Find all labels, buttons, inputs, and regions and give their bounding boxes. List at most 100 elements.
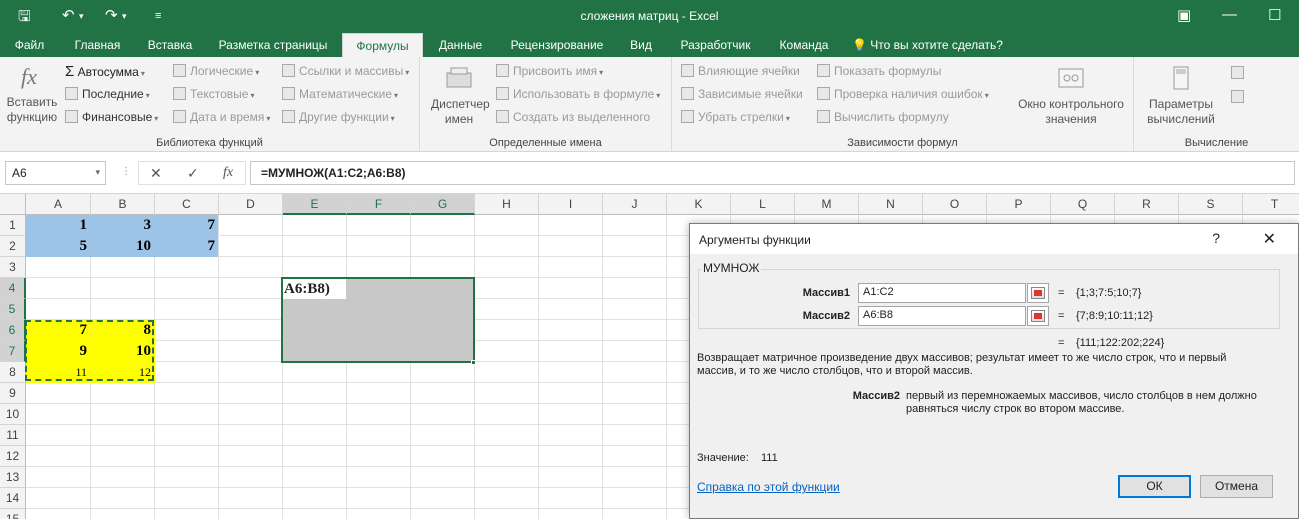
- column-header-m[interactable]: M: [795, 194, 859, 215]
- row-header-14[interactable]: 14: [0, 488, 26, 509]
- trace-precedents-button[interactable]: Влияющие ячейки: [681, 64, 800, 78]
- arg1-input[interactable]: A1:C2: [858, 283, 1026, 303]
- tab-page-layout[interactable]: Разметка страницы: [207, 33, 339, 57]
- recent-functions-button[interactable]: Последние ▾: [65, 87, 150, 101]
- calculate-sheet-button[interactable]: [1231, 90, 1248, 104]
- column-header-s[interactable]: S: [1179, 194, 1243, 215]
- column-header-p[interactable]: P: [987, 194, 1051, 215]
- help-icon[interactable]: ?: [1212, 230, 1220, 246]
- column-header-j[interactable]: J: [603, 194, 667, 215]
- create-from-selection-button[interactable]: Создать из выделенного: [496, 110, 650, 124]
- column-header-r[interactable]: R: [1115, 194, 1179, 215]
- ribbon: fx Вставить функцию Σ Автосумма ▾ Последн…: [0, 57, 1299, 152]
- column-header-g[interactable]: G: [411, 194, 475, 215]
- row-header-3[interactable]: 3: [0, 257, 26, 278]
- row-header-13[interactable]: 13: [0, 467, 26, 488]
- row-header-2[interactable]: 2: [0, 236, 26, 257]
- calculate-now-button[interactable]: [1231, 66, 1248, 80]
- tab-file[interactable]: Файл: [0, 33, 59, 57]
- row-header-1[interactable]: 1: [0, 215, 26, 236]
- cell-c1[interactable]: 7: [155, 215, 219, 235]
- row-header-5[interactable]: 5: [0, 299, 26, 320]
- show-formulas-button[interactable]: Показать формулы: [817, 64, 941, 78]
- selected-range-e4-g7[interactable]: [281, 277, 475, 363]
- arg2-collapse-button[interactable]: [1027, 306, 1049, 326]
- column-header-e[interactable]: E: [283, 194, 347, 215]
- copy-marquee-a6-b8: [25, 320, 154, 381]
- column-header-f[interactable]: F: [347, 194, 411, 215]
- remove-arrows-button[interactable]: Убрать стрелки ▾: [681, 110, 790, 124]
- arg1-collapse-button[interactable]: [1027, 283, 1049, 303]
- calculation-options-button[interactable]: Параметры вычислений: [1137, 65, 1225, 127]
- column-header-h[interactable]: H: [475, 194, 539, 215]
- row-header-12[interactable]: 12: [0, 446, 26, 467]
- row-header-6[interactable]: 6: [0, 320, 26, 341]
- cancel-button[interactable]: Отмена: [1200, 475, 1273, 498]
- column-header-q[interactable]: Q: [1051, 194, 1115, 215]
- select-all-corner[interactable]: [0, 194, 26, 215]
- cancel-icon[interactable]: ✕: [150, 165, 162, 182]
- row-header-7[interactable]: 7: [0, 341, 26, 362]
- insert-function-button[interactable]: fx Вставить функцию: [3, 63, 61, 125]
- insert-function-icon[interactable]: fx: [223, 165, 233, 181]
- trace-dependents-button[interactable]: Зависимые ячейки: [681, 87, 803, 101]
- tab-formulas[interactable]: Формулы: [342, 33, 423, 57]
- fill-handle[interactable]: [471, 360, 476, 365]
- ribbon-display-icon[interactable]: ▣: [1177, 6, 1191, 24]
- tab-insert[interactable]: Вставка: [136, 33, 204, 57]
- cell-c2[interactable]: 7: [155, 236, 219, 256]
- cell-b2[interactable]: 10: [91, 236, 155, 256]
- tab-team[interactable]: Команда: [768, 33, 840, 57]
- define-name-button[interactable]: Присвоить имя ▾: [496, 64, 603, 78]
- error-checking-button[interactable]: Проверка наличия ошибок ▾: [817, 87, 989, 101]
- evaluate-formula-button[interactable]: Вычислить формулу: [817, 110, 949, 124]
- column-header-l[interactable]: L: [731, 194, 795, 215]
- cell-b1[interactable]: 3: [91, 215, 155, 235]
- text-functions-button[interactable]: Текстовые ▾: [173, 87, 254, 101]
- row-header-4[interactable]: 4: [0, 278, 26, 299]
- math-functions-button[interactable]: Математические ▾: [282, 87, 398, 101]
- row-header-10[interactable]: 10: [0, 404, 26, 425]
- gridline-vertical: [410, 215, 411, 519]
- tab-data[interactable]: Данные: [426, 33, 495, 57]
- column-header-a[interactable]: A: [26, 194, 91, 215]
- row-header-11[interactable]: 11: [0, 425, 26, 446]
- row-header-15[interactable]: 15: [0, 509, 26, 519]
- cell-a1[interactable]: 1: [26, 215, 91, 235]
- tab-review[interactable]: Рецензирование: [498, 33, 616, 57]
- close-icon[interactable]: ✕: [1263, 229, 1276, 249]
- column-header-c[interactable]: C: [155, 194, 219, 215]
- enter-icon[interactable]: ✓: [187, 165, 199, 182]
- financial-functions-button[interactable]: Финансовые ▾: [65, 110, 158, 124]
- tab-home[interactable]: Главная: [62, 33, 133, 57]
- tell-me-box[interactable]: 💡 Что вы хотите сделать?: [852, 33, 1012, 57]
- logical-functions-button[interactable]: Логические ▾: [173, 64, 259, 78]
- maximize-icon[interactable]: ☐: [1268, 6, 1281, 24]
- datetime-functions-button[interactable]: Дата и время ▾: [173, 110, 270, 124]
- row-header-8[interactable]: 8: [0, 362, 26, 383]
- cell-a2[interactable]: 5: [26, 236, 91, 256]
- help-link[interactable]: Справка по этой функции: [697, 480, 840, 494]
- watch-window-button[interactable]: Окно контрольного значения: [1012, 65, 1130, 127]
- column-header-t[interactable]: T: [1243, 194, 1299, 215]
- minimize-icon[interactable]: —: [1222, 6, 1237, 23]
- column-header-n[interactable]: N: [859, 194, 923, 215]
- column-header-b[interactable]: B: [91, 194, 155, 215]
- name-manager-button[interactable]: Диспетчер имен: [426, 65, 492, 127]
- formula-input[interactable]: =МУМНОЖ(A1:C2;A6:B8): [250, 161, 1295, 185]
- chevron-down-icon[interactable]: ▾: [95, 167, 100, 178]
- tab-view[interactable]: Вид: [619, 33, 663, 57]
- other-functions-button[interactable]: Другие функции ▾: [282, 110, 395, 124]
- name-box[interactable]: A6 ▾: [5, 161, 106, 185]
- tab-developer[interactable]: Разработчик: [666, 33, 765, 57]
- column-header-o[interactable]: O: [923, 194, 987, 215]
- arg2-input[interactable]: A6:B8: [858, 306, 1026, 326]
- autosum-button[interactable]: Σ Автосумма ▾: [65, 63, 145, 80]
- use-in-formula-button[interactable]: Использовать в формуле ▾: [496, 87, 660, 101]
- ok-button[interactable]: ОК: [1118, 475, 1191, 498]
- column-header-d[interactable]: D: [219, 194, 283, 215]
- column-header-k[interactable]: K: [667, 194, 731, 215]
- column-header-i[interactable]: I: [539, 194, 603, 215]
- row-header-9[interactable]: 9: [0, 383, 26, 404]
- lookup-functions-button[interactable]: Ссылки и массивы ▾: [282, 64, 409, 78]
